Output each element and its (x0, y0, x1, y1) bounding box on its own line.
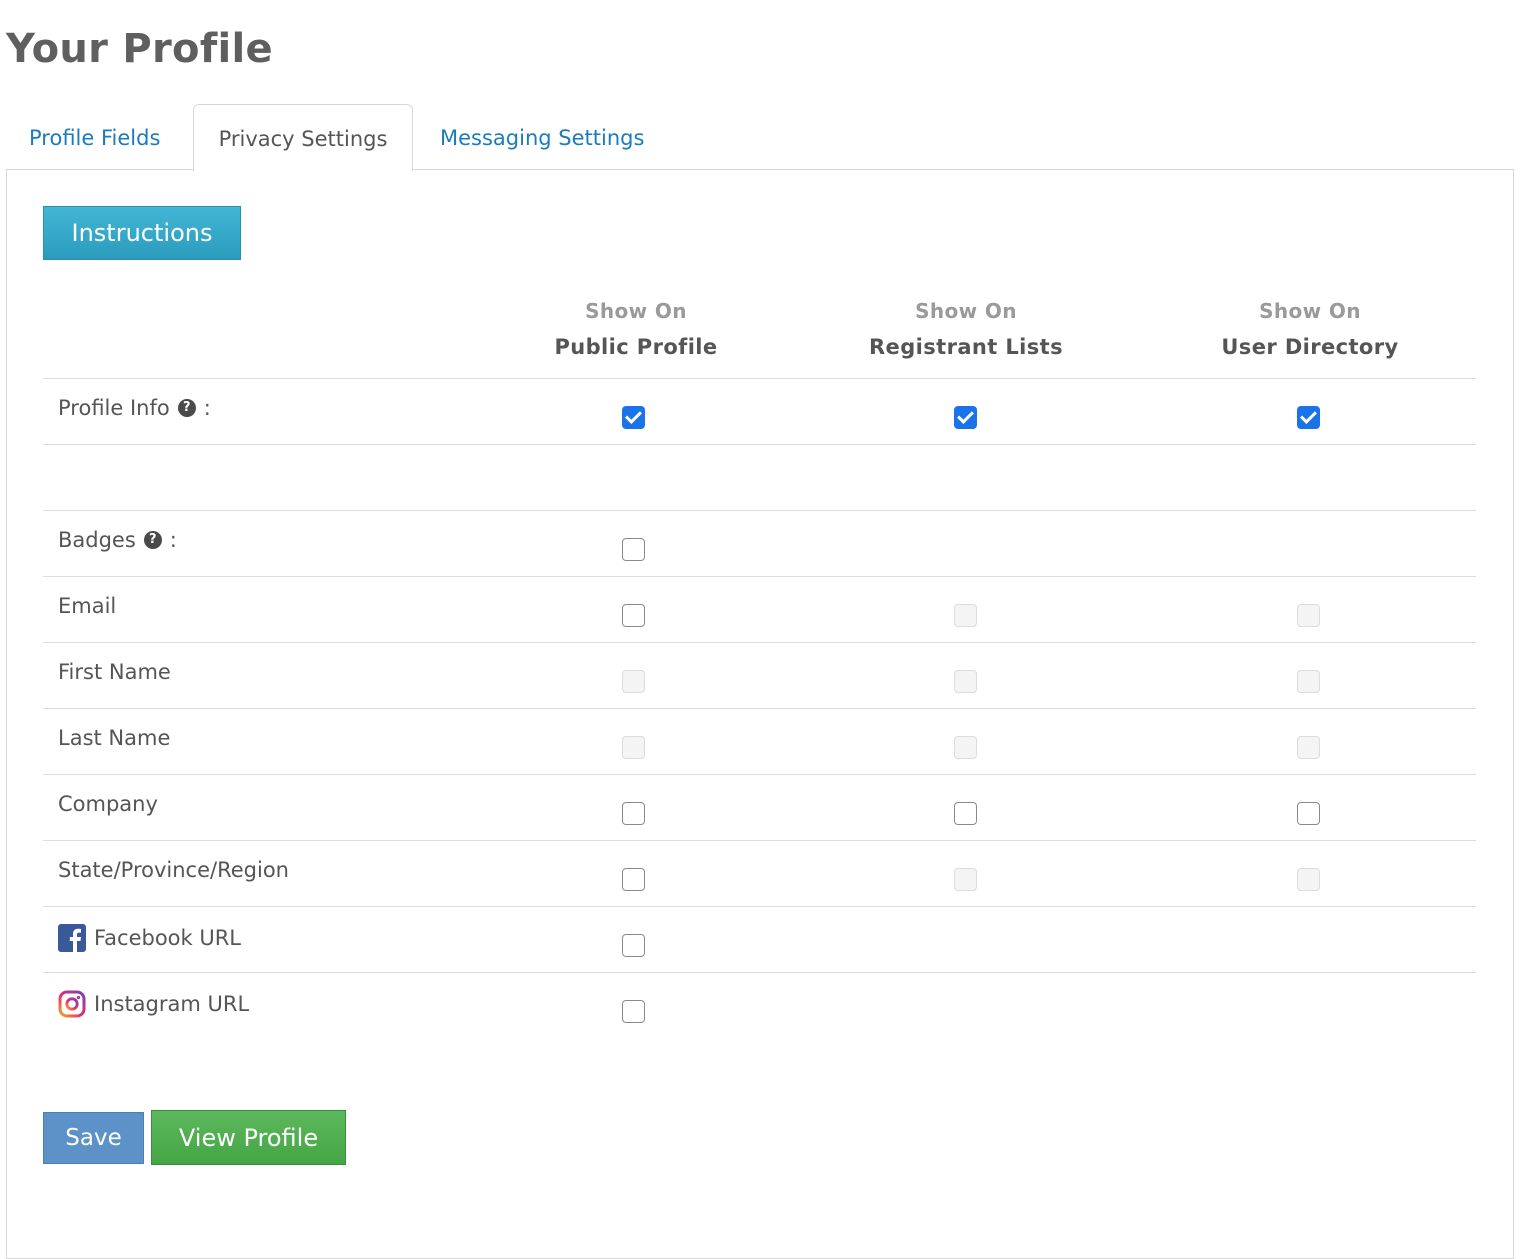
column-header-line1: Show On (585, 299, 687, 323)
column-header-line2: Public Profile (554, 335, 718, 359)
save-button[interactable]: Save (43, 1112, 144, 1164)
row-label-text: Instagram URL (94, 992, 250, 1016)
checkbox-profile-info-registrant-lists[interactable] (954, 406, 977, 429)
table-row-state-province-region: State/Province/Region (43, 841, 1476, 907)
checkbox-email-registrant-lists (954, 604, 977, 627)
row-label: Badges ? : (58, 528, 177, 552)
row-label-text: State/Province/Region (58, 858, 289, 882)
row-label-text: Facebook URL (94, 926, 242, 950)
instructions-button[interactable]: Instructions (43, 206, 241, 260)
tab-profile-fields[interactable]: Profile Fields (29, 104, 160, 170)
checkbox-profile-info-user-directory[interactable] (1297, 406, 1320, 429)
checkbox-first-name-registrant-lists (954, 670, 977, 693)
privacy-settings-panel: Instructions Show On Public Profile Show… (6, 169, 1514, 1259)
question-circle-icon[interactable]: ? (143, 531, 162, 549)
table-row-first-name: First Name (43, 643, 1476, 709)
row-label: Facebook URL (58, 924, 241, 952)
row-label: State/Province/Region (58, 858, 289, 882)
column-header-line1: Show On (915, 299, 1017, 323)
checkbox-company-user-directory[interactable] (1297, 802, 1320, 825)
checkbox-company-public-profile[interactable] (622, 802, 645, 825)
table-row-badges: Badges ? : (43, 511, 1476, 577)
checkbox-state-user-directory (1297, 868, 1320, 891)
row-label: Company (58, 792, 158, 816)
checkbox-badges-public-profile[interactable] (622, 538, 645, 561)
checkbox-profile-info-public-profile[interactable] (622, 406, 645, 429)
row-label: Last Name (58, 726, 170, 750)
checkbox-last-name-public-profile (622, 736, 645, 759)
row-label: Email (58, 594, 116, 618)
row-label: Profile Info ? : (58, 396, 211, 420)
row-label-suffix: : (169, 528, 177, 552)
row-label-text: First Name (58, 660, 171, 684)
page-title: Your Profile (6, 26, 273, 72)
table-row-facebook-url: Facebook URL (43, 907, 1476, 973)
row-label: Instagram URL (58, 990, 249, 1018)
column-header-line2: User Directory (1221, 335, 1399, 359)
row-label-text: Profile Info (58, 396, 170, 420)
row-label-suffix: : (203, 396, 211, 420)
row-label-text: Email (58, 594, 117, 618)
checkbox-email-public-profile[interactable] (622, 604, 645, 627)
checkbox-first-name-public-profile (622, 670, 645, 693)
table-row-company: Company (43, 775, 1476, 841)
table-row-instagram-url: Instagram URL (43, 973, 1476, 1038)
row-label: First Name (58, 660, 171, 684)
checkbox-facebook-url-public-profile[interactable] (622, 934, 645, 957)
column-header-line2: Registrant Lists (868, 335, 1064, 359)
question-circle-icon[interactable]: ? (177, 399, 196, 417)
table-row-last-name: Last Name (43, 709, 1476, 775)
facebook-icon (58, 924, 86, 952)
checkbox-state-registrant-lists (954, 868, 977, 891)
view-profile-button[interactable]: View Profile (151, 1110, 346, 1165)
checkbox-last-name-registrant-lists (954, 736, 977, 759)
checkbox-email-user-directory (1297, 604, 1320, 627)
tab-privacy-settings[interactable]: Privacy Settings (193, 104, 413, 171)
checkbox-last-name-user-directory (1297, 736, 1320, 759)
tab-bar: Profile Fields Privacy Settings Messagin… (6, 104, 1514, 171)
privacy-table: Profile Info ? : Badges ? : Email First … (43, 378, 1476, 1038)
table-row-profile-info: Profile Info ? : (43, 379, 1476, 445)
checkbox-first-name-user-directory (1297, 670, 1320, 693)
column-header-registrant-lists: Show On Registrant Lists (836, 296, 1096, 362)
row-label-text: Badges (58, 528, 136, 552)
checkbox-state-public-profile[interactable] (622, 868, 645, 891)
row-label-text: Company (58, 792, 158, 816)
column-header-user-directory: Show On User Directory (1180, 296, 1440, 362)
column-header-public-profile: Show On Public Profile (506, 296, 766, 362)
column-header-line1: Show On (1259, 299, 1361, 323)
checkbox-company-registrant-lists[interactable] (954, 802, 977, 825)
tab-messaging-settings[interactable]: Messaging Settings (440, 104, 644, 170)
instagram-icon (58, 990, 86, 1018)
table-row-email: Email (43, 577, 1476, 643)
table-row-empty (43, 445, 1476, 511)
checkbox-instagram-url-public-profile[interactable] (622, 1000, 645, 1023)
row-label-text: Last Name (58, 726, 171, 750)
